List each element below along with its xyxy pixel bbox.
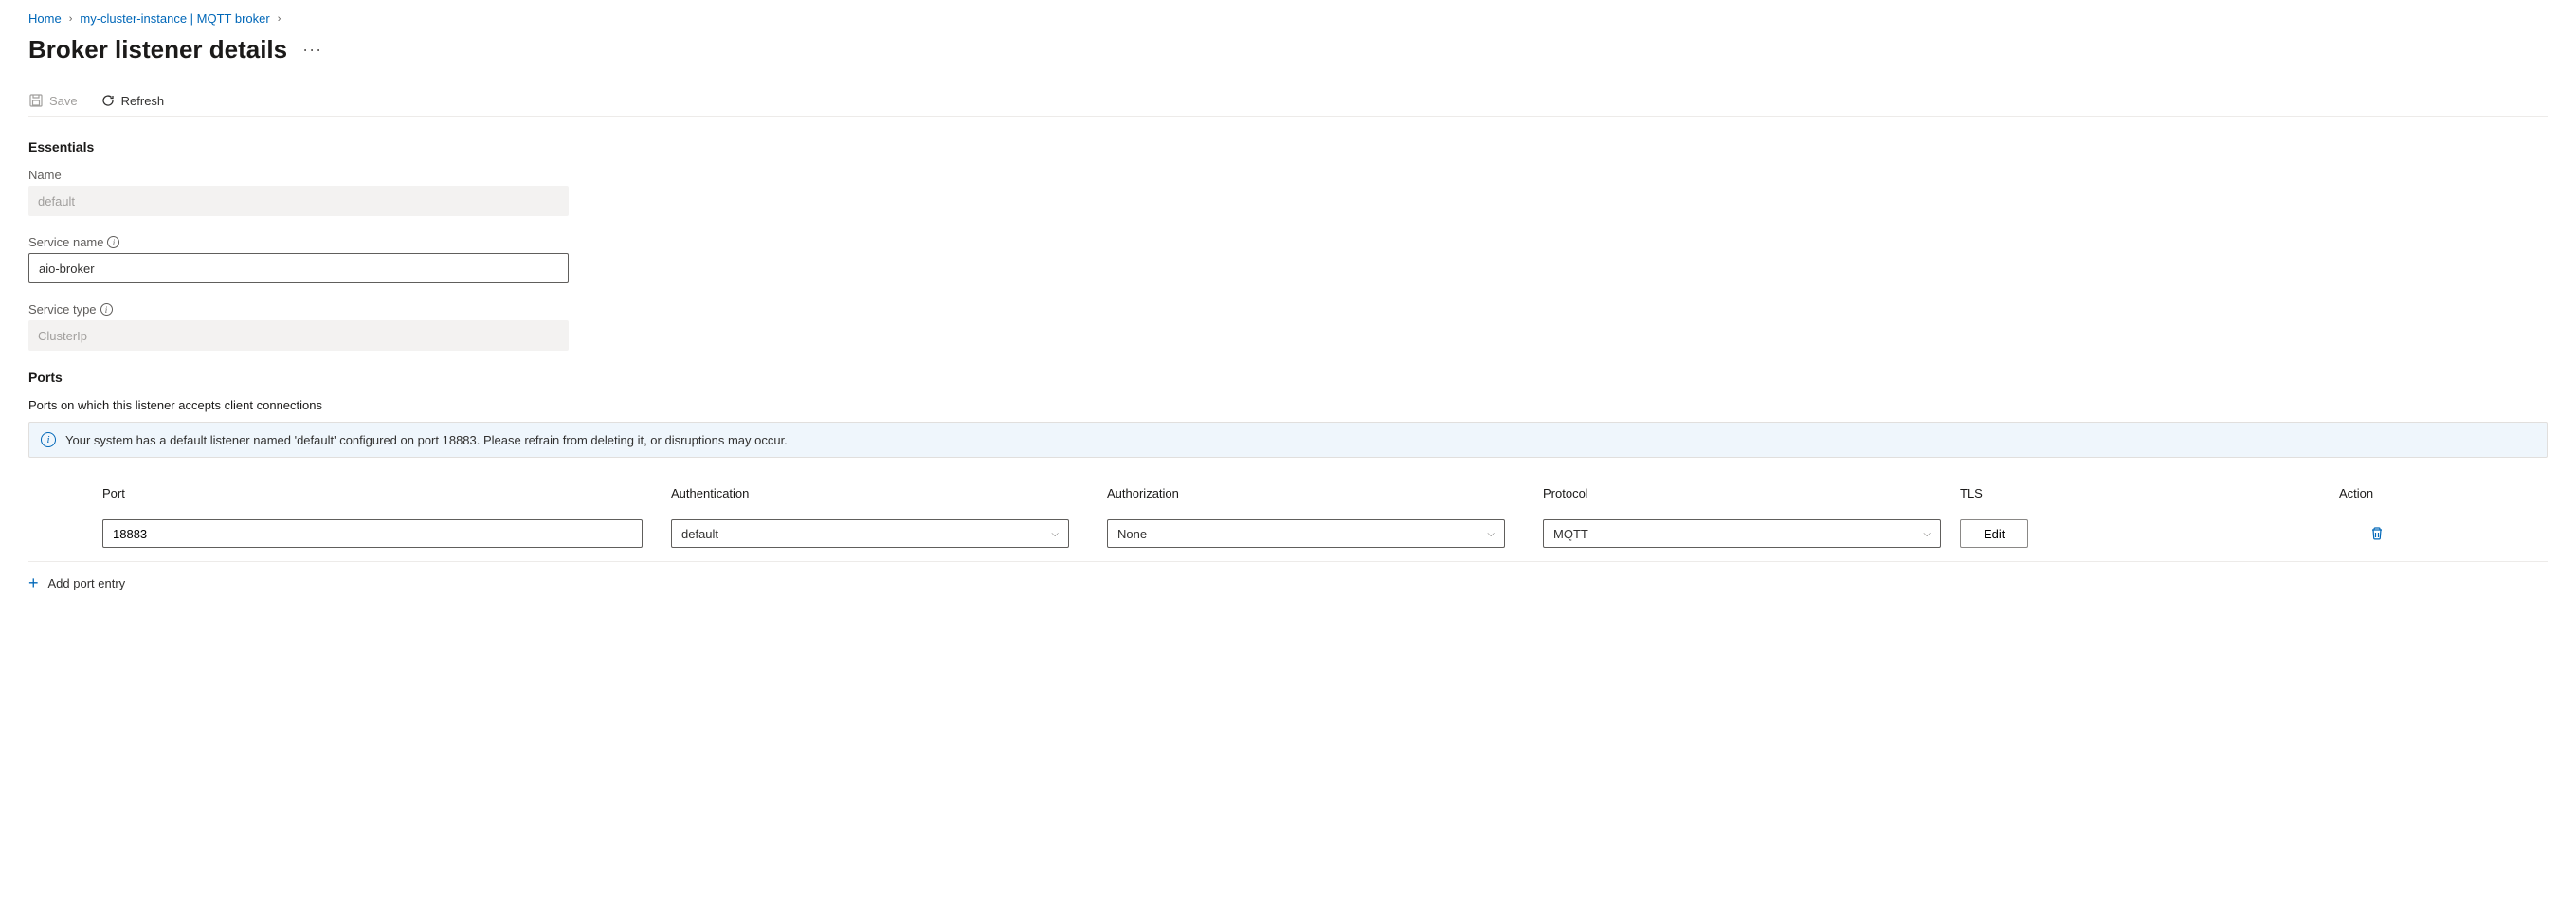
chevron-right-icon: › (278, 13, 281, 25)
name-label: Name (28, 168, 2548, 182)
ports-table: Port Authentication Authorization Protoc… (28, 486, 2548, 562)
ports-description: Ports on which this listener accepts cli… (28, 398, 2548, 412)
chevron-right-icon: › (69, 13, 73, 25)
plus-icon: + (28, 573, 39, 593)
protocol-dropdown[interactable]: MQTT ⌵ (1543, 519, 1941, 548)
tls-edit-button[interactable]: Edit (1960, 519, 2028, 548)
port-input[interactable] (102, 519, 643, 548)
trash-icon (2369, 526, 2385, 541)
authentication-dropdown[interactable]: default ⌵ (671, 519, 1069, 548)
name-field: default (28, 186, 569, 216)
breadcrumb-cluster[interactable]: my-cluster-instance | MQTT broker (80, 11, 269, 26)
save-button-label: Save (49, 94, 78, 108)
info-icon (41, 432, 56, 447)
refresh-icon (100, 93, 116, 108)
ports-section: Ports Ports on which this listener accep… (28, 370, 2548, 605)
service-name-field[interactable] (28, 253, 569, 283)
more-options-icon[interactable]: ··· (302, 40, 322, 60)
toolbar: Save Refresh (28, 93, 2548, 117)
breadcrumb: Home › my-cluster-instance | MQTT broker… (28, 11, 2548, 26)
column-header-action: Action (2339, 486, 2415, 500)
page-title: Broker listener details (28, 35, 287, 64)
service-name-label: Service name (28, 235, 2548, 249)
table-row: default ⌵ None ⌵ MQTT ⌵ Edit (28, 519, 2548, 562)
ports-title: Ports (28, 370, 2548, 385)
service-type-label: Service type (28, 302, 2548, 317)
refresh-button[interactable]: Refresh (100, 93, 165, 108)
essentials-section: Essentials Name default Service name Ser… (28, 139, 2548, 351)
service-type-field: ClusterIp (28, 320, 569, 351)
breadcrumb-home[interactable]: Home (28, 11, 62, 26)
add-port-entry-button[interactable]: + Add port entry (28, 562, 2548, 605)
info-banner-text: Your system has a default listener named… (65, 433, 788, 447)
column-header-authorization: Authorization (1107, 486, 1543, 500)
info-icon[interactable] (100, 303, 113, 316)
info-icon[interactable] (107, 236, 119, 248)
refresh-button-label: Refresh (121, 94, 165, 108)
save-button: Save (28, 93, 78, 108)
chevron-down-icon: ⌵ (1923, 529, 1931, 539)
column-header-protocol: Protocol (1543, 486, 1960, 500)
delete-button[interactable] (2339, 526, 2415, 541)
info-banner: Your system has a default listener named… (28, 422, 2548, 458)
chevron-down-icon: ⌵ (1051, 529, 1059, 539)
save-icon (28, 93, 44, 108)
column-header-port: Port (102, 486, 671, 500)
authorization-dropdown[interactable]: None ⌵ (1107, 519, 1505, 548)
essentials-title: Essentials (28, 139, 2548, 154)
column-header-authentication: Authentication (671, 486, 1107, 500)
column-header-tls: TLS (1960, 486, 2339, 500)
chevron-down-icon: ⌵ (1487, 529, 1495, 539)
add-port-entry-label: Add port entry (48, 576, 126, 590)
